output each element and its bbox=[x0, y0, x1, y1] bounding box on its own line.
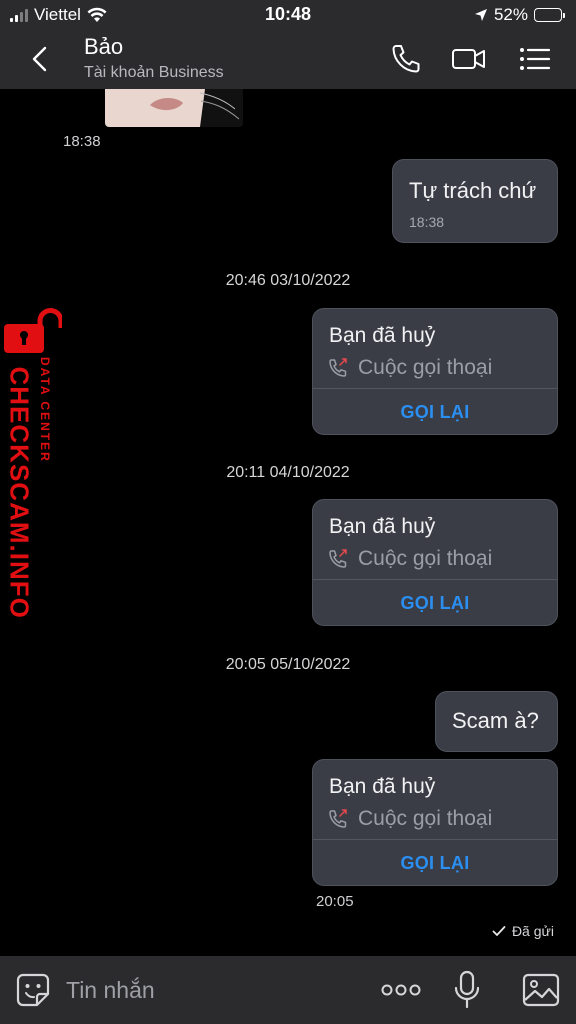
call-type: Cuộc gọi thoại bbox=[358, 547, 493, 570]
contact-name[interactable]: Bảo bbox=[84, 34, 123, 60]
call-card: Bạn đã huỷ Cuộc gọi thoại GỌI LẠI bbox=[312, 499, 558, 626]
more-dots-icon[interactable] bbox=[380, 978, 422, 1002]
phone-icon[interactable] bbox=[388, 42, 424, 76]
watermark-brand: CHECKSCAM.INFO bbox=[4, 366, 35, 619]
card-divider bbox=[313, 388, 557, 389]
padlock-logo-icon bbox=[4, 308, 62, 353]
date-separator: 20:05 05/10/2022 bbox=[225, 656, 351, 673]
call-back-button[interactable]: GỌI LẠI bbox=[313, 593, 557, 614]
call-status: Bạn đã huỷ bbox=[329, 775, 436, 798]
status-bar: Viettel 10:48 52% bbox=[0, 0, 576, 30]
message-input[interactable] bbox=[66, 972, 346, 1008]
call-type: Cuộc gọi thoại bbox=[358, 807, 493, 830]
outgoing-message[interactable]: Tự trách chứ 18:38 bbox=[392, 159, 558, 243]
missed-call-icon bbox=[329, 809, 347, 828]
emoji-sticker-icon[interactable] bbox=[15, 972, 51, 1008]
message-timestamp: 18:38 bbox=[409, 214, 445, 230]
menu-list-icon[interactable] bbox=[517, 42, 553, 76]
call-back-button[interactable]: GỌI LẠI bbox=[313, 402, 557, 423]
missed-call-icon bbox=[329, 549, 347, 568]
back-chevron-icon[interactable] bbox=[26, 44, 56, 74]
date-separator: 20:46 03/10/2022 bbox=[225, 272, 351, 289]
delivery-status-text: Đã gửi bbox=[511, 923, 554, 939]
call-back-button[interactable]: GỌI LẠI bbox=[313, 853, 557, 874]
delivery-status: Đã gửi bbox=[492, 923, 554, 939]
photo-message[interactable] bbox=[105, 89, 243, 127]
call-type: Cuộc gọi thoại bbox=[358, 356, 493, 379]
battery-percent: 52% bbox=[493, 5, 528, 24]
call-card: Bạn đã huỷ Cuộc gọi thoại GỌI LẠI bbox=[312, 759, 558, 886]
microphone-icon[interactable] bbox=[452, 970, 482, 1010]
call-status: Bạn đã huỷ bbox=[329, 324, 436, 347]
image-gallery-icon[interactable] bbox=[522, 973, 560, 1007]
call-card: Bạn đã huỷ Cuộc gọi thoại GỌI LẠI bbox=[312, 308, 558, 435]
video-camera-icon[interactable] bbox=[451, 42, 487, 76]
contact-subtitle: Tài khoản Business bbox=[84, 64, 224, 81]
message-timestamp: 20:05 bbox=[316, 893, 354, 910]
watermark-tagline: DATA CENTER bbox=[38, 357, 52, 463]
photo-timestamp: 18:38 bbox=[63, 133, 101, 150]
message-list[interactable]: 18:38 Tự trách chứ 18:38 20:46 03/10/202… bbox=[0, 89, 576, 956]
card-divider bbox=[313, 839, 557, 840]
call-status: Bạn đã huỷ bbox=[329, 515, 436, 538]
message-text: Tự trách chứ bbox=[409, 178, 537, 203]
battery-icon bbox=[534, 8, 565, 22]
chat-header: Bảo Tài khoản Business bbox=[0, 30, 576, 89]
date-separator: 20:11 04/10/2022 bbox=[226, 464, 350, 481]
location-arrow-icon bbox=[474, 9, 487, 21]
missed-call-icon bbox=[329, 358, 347, 377]
message-composer bbox=[0, 956, 576, 1024]
checkmark-icon bbox=[492, 926, 506, 936]
outgoing-message[interactable]: Scam à? bbox=[435, 691, 558, 752]
watermark: DATA CENTER CHECKSCAM.INFO bbox=[2, 308, 64, 619]
card-divider bbox=[313, 579, 557, 580]
message-text: Scam à? bbox=[452, 708, 539, 733]
